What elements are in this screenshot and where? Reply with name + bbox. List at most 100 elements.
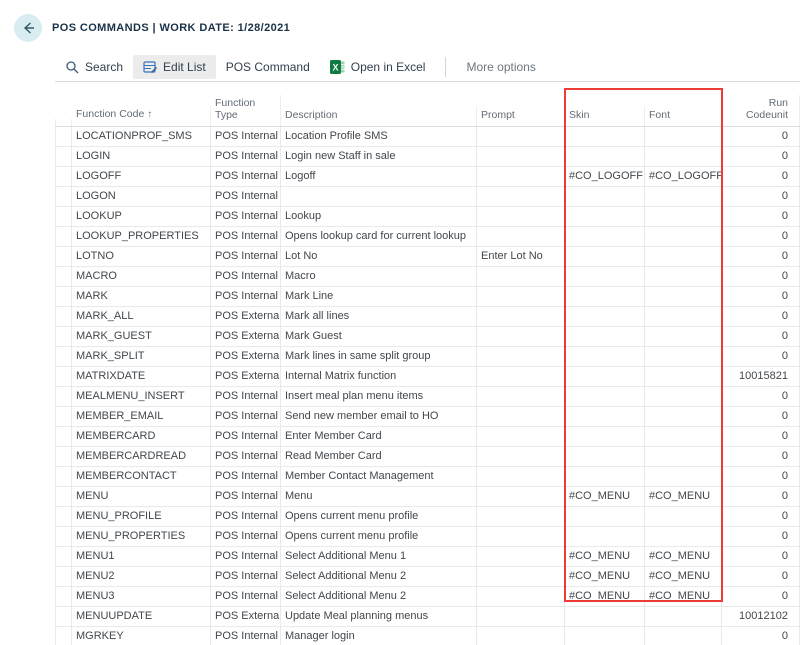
cell-prompt[interactable]: Enter Lot No — [477, 247, 565, 267]
cell-font[interactable] — [645, 427, 722, 447]
cell-font[interactable] — [645, 627, 722, 645]
cell-description[interactable]: Opens lookup card for current lookup — [281, 227, 477, 247]
cell-description[interactable]: Location Profile SMS — [281, 127, 477, 147]
cell-font[interactable] — [645, 327, 722, 347]
cell-skin[interactable]: #CO_MENU — [565, 587, 645, 607]
cell-skin[interactable] — [565, 627, 645, 645]
header-function-code[interactable]: Function Code ↑ — [72, 106, 211, 126]
row-selector-cell[interactable] — [55, 247, 72, 267]
row-selector-cell[interactable] — [55, 587, 72, 607]
cell-font[interactable] — [645, 607, 722, 627]
cell-skin[interactable]: #CO_MENU — [565, 547, 645, 567]
cell-function-type[interactable]: POS Internal — [211, 567, 281, 587]
cell-font[interactable] — [645, 407, 722, 427]
cell-description[interactable]: Logoff — [281, 167, 477, 187]
cell-font[interactable]: #CO_LOGOFF — [645, 167, 722, 187]
row-selector-cell[interactable] — [55, 387, 72, 407]
row-selector-cell[interactable] — [55, 527, 72, 547]
cell-description[interactable]: Update Meal planning menus — [281, 607, 477, 627]
header-skin[interactable]: Skin — [565, 107, 645, 126]
header-description[interactable]: Description — [281, 107, 477, 126]
header-function-type[interactable]: Function Type — [211, 95, 281, 126]
cell-function-type[interactable]: POS Internal — [211, 447, 281, 467]
cell-function-code[interactable]: LOOKUP — [72, 207, 211, 227]
cell-font[interactable]: #CO_MENU — [645, 587, 722, 607]
cell-skin[interactable] — [565, 527, 645, 547]
cell-function-type[interactable]: POS Internal — [211, 387, 281, 407]
cell-prompt[interactable] — [477, 627, 565, 645]
cell-function-code[interactable]: LOGOFF — [72, 167, 211, 187]
cell-description[interactable]: Select Additional Menu 2 — [281, 587, 477, 607]
cell-description[interactable]: Mark lines in same split group — [281, 347, 477, 367]
cell-prompt[interactable] — [477, 527, 565, 547]
cell-skin[interactable] — [565, 347, 645, 367]
cell-run-codeunit[interactable]: 0 — [722, 407, 800, 427]
header-run-codeunit[interactable]: Run Codeunit — [722, 95, 800, 126]
row-selector-cell[interactable] — [55, 467, 72, 487]
cell-run-codeunit[interactable]: 0 — [722, 347, 800, 367]
cell-function-type[interactable]: POS Internal — [211, 627, 281, 645]
cell-description[interactable]: Opens current menu profile — [281, 527, 477, 547]
cell-description[interactable]: Lot No — [281, 247, 477, 267]
row-selector-cell[interactable] — [55, 267, 72, 287]
cell-function-type[interactable]: POS Internal — [211, 187, 281, 207]
row-selector-cell[interactable] — [55, 187, 72, 207]
cell-skin[interactable] — [565, 467, 645, 487]
cell-prompt[interactable] — [477, 507, 565, 527]
cell-prompt[interactable] — [477, 127, 565, 147]
cell-font[interactable] — [645, 247, 722, 267]
cell-function-code[interactable]: MEALMENU_INSERT — [72, 387, 211, 407]
cell-skin[interactable] — [565, 287, 645, 307]
cell-function-type[interactable]: POS External — [211, 307, 281, 327]
cell-prompt[interactable] — [477, 307, 565, 327]
header-font[interactable]: Font — [645, 107, 722, 126]
search-button[interactable]: Search — [55, 55, 133, 79]
row-selector-cell[interactable] — [55, 367, 72, 387]
cell-function-type[interactable]: POS Internal — [211, 547, 281, 567]
cell-function-code[interactable]: MEMBERCARD — [72, 427, 211, 447]
cell-description[interactable]: Internal Matrix function — [281, 367, 477, 387]
row-selector-cell[interactable] — [55, 567, 72, 587]
header-prompt[interactable]: Prompt — [477, 107, 565, 126]
cell-description[interactable]: Select Additional Menu 1 — [281, 547, 477, 567]
cell-function-type[interactable]: POS Internal — [211, 527, 281, 547]
cell-font[interactable]: #CO_MENU — [645, 547, 722, 567]
cell-prompt[interactable] — [477, 227, 565, 247]
cell-description[interactable]: Mark Line — [281, 287, 477, 307]
cell-function-type[interactable]: POS Internal — [211, 147, 281, 167]
cell-run-codeunit[interactable]: 0 — [722, 147, 800, 167]
cell-font[interactable] — [645, 307, 722, 327]
cell-description[interactable]: Lookup — [281, 207, 477, 227]
cell-function-type[interactable]: POS Internal — [211, 267, 281, 287]
cell-font[interactable] — [645, 387, 722, 407]
cell-skin[interactable] — [565, 387, 645, 407]
cell-function-code[interactable]: MACRO — [72, 267, 211, 287]
cell-skin[interactable] — [565, 247, 645, 267]
row-selector-cell[interactable] — [55, 227, 72, 247]
cell-prompt[interactable] — [477, 447, 565, 467]
cell-description[interactable]: Mark Guest — [281, 327, 477, 347]
cell-run-codeunit[interactable]: 0 — [722, 207, 800, 227]
more-options-button[interactable]: More options — [456, 55, 545, 79]
cell-font[interactable] — [645, 147, 722, 167]
cell-font[interactable] — [645, 467, 722, 487]
cell-skin[interactable] — [565, 187, 645, 207]
cell-function-type[interactable]: POS Internal — [211, 207, 281, 227]
cell-font[interactable] — [645, 287, 722, 307]
cell-run-codeunit[interactable]: 0 — [722, 547, 800, 567]
cell-font[interactable] — [645, 507, 722, 527]
cell-function-type[interactable]: POS Internal — [211, 487, 281, 507]
row-selector-cell[interactable] — [55, 127, 72, 147]
cell-function-type[interactable]: POS Internal — [211, 127, 281, 147]
edit-list-button[interactable]: Edit List — [133, 55, 216, 79]
cell-run-codeunit[interactable]: 0 — [722, 387, 800, 407]
cell-description[interactable]: Select Additional Menu 2 — [281, 567, 477, 587]
cell-skin[interactable]: #CO_MENU — [565, 487, 645, 507]
cell-description[interactable]: Login new Staff in sale — [281, 147, 477, 167]
back-button[interactable] — [14, 14, 42, 42]
cell-prompt[interactable] — [477, 327, 565, 347]
cell-description[interactable]: Read Member Card — [281, 447, 477, 467]
cell-prompt[interactable] — [477, 167, 565, 187]
cell-function-type[interactable]: POS External — [211, 347, 281, 367]
row-selector-cell[interactable] — [55, 447, 72, 467]
